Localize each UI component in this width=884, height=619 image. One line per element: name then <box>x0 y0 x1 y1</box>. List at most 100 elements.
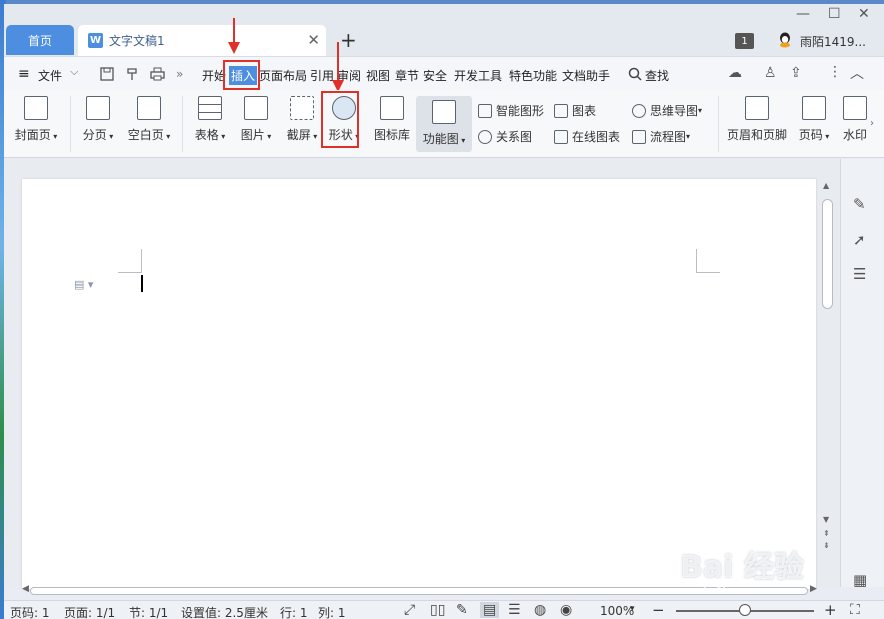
share-icon[interactable]: ⇪ <box>790 65 802 81</box>
table-label: 表格 <box>194 128 219 142</box>
scroll-right-icon[interactable]: ▶ <box>810 584 817 594</box>
status-setting[interactable]: 设置值: 2.5厘米 <box>181 604 268 619</box>
relation-chart-button[interactable]: 关系图 <box>478 128 532 145</box>
page-view-icon[interactable]: ▤ <box>480 602 500 618</box>
eye-protect-icon[interactable]: ◉ <box>560 602 572 618</box>
icon-library-button[interactable]: 图标库 <box>370 96 414 143</box>
chart-button[interactable]: 图表 <box>554 102 596 119</box>
chevron-down-icon[interactable]: ⌵ <box>70 65 78 79</box>
watermark-button[interactable]: 水印 <box>840 96 870 143</box>
paragraph-icon[interactable]: ▤ ▾ <box>74 278 93 291</box>
pen-icon[interactable]: ✎ <box>853 195 866 213</box>
icon-library-label: 图标库 <box>373 128 410 142</box>
menu-developer[interactable]: 开发工具 <box>454 67 502 84</box>
cloud-sync-icon[interactable]: ☁ <box>728 65 742 81</box>
flowchart-button[interactable]: 流程图 ▾ <box>632 128 690 145</box>
username[interactable]: 雨陌1419... <box>800 33 866 50</box>
scroll-left-icon[interactable]: ◀ <box>22 584 29 594</box>
online-chart-button[interactable]: 在线图表 <box>554 128 620 145</box>
window-count-badge[interactable]: 1 <box>735 33 754 49</box>
ribbon-divider <box>182 96 183 152</box>
menu-page-layout[interactable]: 页面布局 <box>259 67 307 84</box>
adjust-settings-icon[interactable]: ☰ <box>853 265 866 283</box>
menu-references[interactable]: 引用 <box>310 67 334 84</box>
margin-corner-top-right <box>696 249 720 273</box>
mind-map-button[interactable]: 思维导图 ▾ <box>632 102 702 119</box>
hamburger-icon[interactable]: ≡ <box>18 66 30 82</box>
horizontal-scrollbar[interactable]: ◀ ▶ <box>22 584 818 598</box>
grid-apps-icon[interactable]: ▦ <box>853 571 867 589</box>
write-mode-icon[interactable]: ✎ <box>456 602 468 618</box>
menu-chapter[interactable]: 章节 <box>395 67 419 84</box>
search-icon[interactable] <box>628 67 642 81</box>
maximize-button[interactable]: ☐ <box>828 6 841 22</box>
user-avatar-icon[interactable] <box>778 32 792 48</box>
status-col[interactable]: 列: 1 <box>318 604 346 619</box>
page-break-button[interactable]: 分页 ▾ <box>78 96 118 143</box>
web-view-icon[interactable]: ◍ <box>534 602 546 618</box>
status-pages[interactable]: 页面: 1/1 <box>64 604 115 619</box>
menu-security[interactable]: 安全 <box>423 67 447 84</box>
zoom-in-icon[interactable]: + <box>824 601 837 619</box>
zoom-slider-knob[interactable] <box>739 604 751 616</box>
share-user-icon[interactable]: ♙ <box>764 65 777 81</box>
page-number-button[interactable]: 页码 ▾ <box>794 96 834 143</box>
vertical-scrollbar[interactable]: ▲ ▼ ⇞ ⇟ <box>818 179 836 550</box>
collapse-ribbon-icon[interactable]: ︿ <box>850 63 864 83</box>
ribbon-scroll-right-icon[interactable]: › <box>870 118 874 129</box>
more-chevron-icon[interactable]: » <box>176 67 183 81</box>
minimize-button[interactable]: — <box>796 6 810 22</box>
save-icon[interactable] <box>100 67 114 81</box>
zoom-out-icon[interactable]: − <box>652 601 665 619</box>
screenshot-button[interactable]: 截屏 ▾ <box>282 96 322 143</box>
function-chart-button[interactable]: 功能图 ▾ <box>416 96 472 152</box>
tab-close-icon[interactable]: ✕ <box>307 31 320 49</box>
highlight-box-insert <box>223 60 260 90</box>
cursor-select-icon[interactable]: ➚ <box>853 231 866 249</box>
cover-page-button[interactable]: 封面页 ▾ <box>12 96 60 143</box>
wps-writer-icon: W <box>88 33 103 48</box>
close-window-button[interactable]: ✕ <box>858 6 870 22</box>
fullscreen-icon[interactable]: ⤢ <box>404 602 415 618</box>
menu-view[interactable]: 视图 <box>366 67 390 84</box>
scrollbar-thumb[interactable] <box>822 199 833 309</box>
tab-home[interactable]: 首页 <box>6 25 74 55</box>
prev-page-icon[interactable]: ⇞ <box>823 529 830 538</box>
format-painter-icon[interactable] <box>126 67 140 81</box>
header-footer-button[interactable]: 页眉和页脚 <box>724 96 790 143</box>
read-mode-icon[interactable]: ▯▯ <box>430 602 445 618</box>
scroll-down-icon[interactable]: ▼ <box>823 515 829 524</box>
status-row[interactable]: 行: 1 <box>280 604 308 619</box>
scroll-up-icon[interactable]: ▲ <box>823 181 829 190</box>
document-area: ▤ ▾ ▲ ▼ ⇞ ⇟ <box>4 159 884 589</box>
status-section[interactable]: 节: 1/1 <box>129 604 168 619</box>
menu-file[interactable]: 文件 <box>38 67 62 84</box>
print-icon[interactable] <box>150 67 165 81</box>
zoom-dropdown-icon[interactable]: ▾ <box>630 604 635 614</box>
table-button[interactable]: 表格 ▾ <box>190 96 230 143</box>
status-page-code[interactable]: 页码: 1 <box>10 604 50 619</box>
cover-page-label: 封面页 <box>14 128 51 142</box>
menu-doc-assistant[interactable]: 文档助手 <box>562 67 610 84</box>
relation-chart-label: 关系图 <box>496 130 533 144</box>
tab-document[interactable]: W 文字文稿1 ✕ <box>78 25 326 56</box>
more-options-icon[interactable]: ⋮ <box>828 64 842 80</box>
horizontal-scrollbar-thumb[interactable] <box>30 587 808 595</box>
mind-map-label: 思维导图 <box>650 104 699 118</box>
dropdown-arrow-icon: ▾ <box>50 132 58 141</box>
picture-icon <box>244 96 268 120</box>
menu-special[interactable]: 特色功能 <box>509 67 557 84</box>
new-tab-icon[interactable]: + <box>340 28 357 52</box>
search-label[interactable]: 查找 <box>645 67 669 84</box>
insert-ribbon: 封面页 ▾ 分页 ▾ 空白页 ▾ 表格 ▾ 图片 ▾ 截屏 ▾ 形状 ▾ 图标库… <box>4 90 884 158</box>
outline-view-icon[interactable]: ☰ <box>508 602 521 618</box>
fit-page-icon[interactable]: ⛶ <box>850 602 860 618</box>
smart-art-button[interactable]: 智能图形 <box>478 102 544 119</box>
blank-page-button[interactable]: 空白页 ▾ <box>124 96 174 143</box>
document-page[interactable]: ▤ ▾ <box>22 179 816 589</box>
picture-label: 图片 <box>240 128 265 142</box>
next-page-icon[interactable]: ⇟ <box>823 541 830 550</box>
screenshot-icon <box>290 96 314 120</box>
relation-chart-icon <box>478 129 492 144</box>
picture-button[interactable]: 图片 ▾ <box>236 96 276 143</box>
